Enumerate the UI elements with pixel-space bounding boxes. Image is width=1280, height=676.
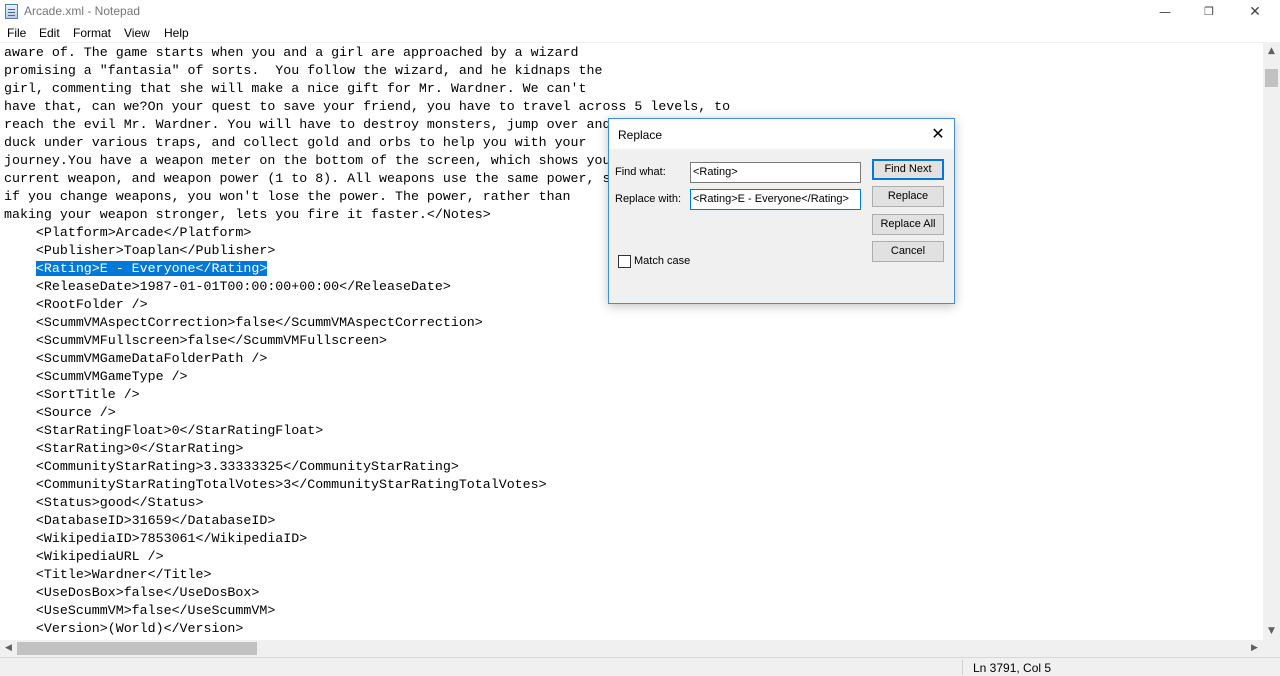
maximize-icon[interactable]: ❐ [1186, 0, 1232, 24]
dialog-title: Replace [618, 128, 663, 142]
menu-help[interactable]: Help [164, 26, 189, 40]
match-case-checkbox[interactable] [618, 255, 631, 268]
editor-line[interactable]: promising a "fantasia" of sorts. You fol… [4, 62, 730, 80]
scroll-right-icon[interactable]: ▶ [1246, 640, 1263, 657]
menu-edit[interactable]: Edit [39, 26, 60, 40]
close-icon[interactable]: ✕ [1232, 0, 1278, 24]
status-divider [962, 660, 963, 675]
title-bar: Arcade.xml - Notepad — ❐ ✕ [0, 0, 1280, 24]
find-what-label: Find what: [615, 166, 666, 178]
find-next-button[interactable]: Find Next [872, 159, 944, 180]
replace-with-label: Replace with: [615, 193, 682, 205]
editor-line[interactable]: <CommunityStarRating>3.33333325</Communi… [4, 458, 730, 476]
minimize-icon[interactable]: — [1142, 0, 1188, 24]
scrollbar-corner [1263, 640, 1280, 657]
replace-button[interactable]: Replace [872, 186, 944, 207]
dialog-close-icon[interactable]: ✕ [925, 123, 951, 145]
find-what-input[interactable]: <Rating> [690, 162, 861, 183]
editor-line[interactable]: <Status>good</Status> [4, 494, 730, 512]
vertical-scrollbar[interactable]: ▲ ▼ [1263, 43, 1280, 640]
editor-line[interactable]: aware of. The game starts when you and a… [4, 44, 730, 62]
editor-line[interactable]: <Version>(World)</Version> [4, 620, 730, 638]
replace-all-button[interactable]: Replace All [872, 214, 944, 235]
scroll-left-icon[interactable]: ◀ [0, 640, 17, 657]
horizontal-scroll-thumb[interactable] [17, 642, 257, 655]
replace-dialog: Replace ✕ Find what: <Rating> Replace wi… [608, 118, 955, 304]
replace-with-input[interactable]: <Rating>E - Everyone</Rating> [690, 189, 861, 210]
cursor-position: Ln 3791, Col 5 [973, 661, 1052, 675]
menu-file[interactable]: File [7, 26, 26, 40]
editor-line[interactable]: <ScummVMGameType /> [4, 368, 730, 386]
editor-line[interactable]: <SortTitle /> [4, 386, 730, 404]
editor-line[interactable]: <ScummVMAspectCorrection>false</ScummVMA… [4, 314, 730, 332]
vertical-scroll-thumb[interactable] [1265, 69, 1278, 87]
editor-line[interactable]: <WikipediaURL /> [4, 548, 730, 566]
scroll-down-icon[interactable]: ▼ [1263, 623, 1280, 640]
editor-line[interactable]: <StarRating>0</StarRating> [4, 440, 730, 458]
status-bar: Ln 3791, Col 5 [0, 657, 1280, 676]
editor-line[interactable]: <UseScummVM>false</UseScummVM> [4, 602, 730, 620]
menu-bar: File Edit Format View Help [0, 24, 1280, 43]
dialog-title-bar[interactable]: Replace ✕ [609, 119, 954, 149]
editor-line[interactable]: <Title>Wardner</Title> [4, 566, 730, 584]
editor-line[interactable]: <ScummVMFullscreen>false</ScummVMFullscr… [4, 332, 730, 350]
editor-line[interactable]: <StarRatingFloat>0</StarRatingFloat> [4, 422, 730, 440]
match-case-label[interactable]: Match case [634, 255, 690, 267]
selected-text[interactable]: <Rating>E - Everyone</Rating> [35, 261, 268, 276]
scroll-up-icon[interactable]: ▲ [1263, 43, 1280, 60]
editor-line[interactable]: have that, can we?On your quest to save … [4, 98, 730, 116]
menu-view[interactable]: View [124, 26, 150, 40]
horizontal-scrollbar[interactable]: ◀ ▶ [0, 640, 1263, 657]
editor-line[interactable]: <DatabaseID>31659</DatabaseID> [4, 512, 730, 530]
editor-line[interactable]: <UseDosBox>false</UseDosBox> [4, 584, 730, 602]
cancel-button[interactable]: Cancel [872, 241, 944, 262]
editor-line[interactable]: <CommunityStarRatingTotalVotes>3</Commun… [4, 476, 730, 494]
editor-line[interactable]: <WikipediaID>7853061</WikipediaID> [4, 530, 730, 548]
menu-format[interactable]: Format [73, 26, 111, 40]
editor-line[interactable]: <Source /> [4, 404, 730, 422]
editor-line[interactable]: girl, commenting that she will make a ni… [4, 80, 730, 98]
window-title: Arcade.xml - Notepad [24, 4, 141, 18]
editor-line[interactable]: <ScummVMGameDataFolderPath /> [4, 350, 730, 368]
notepad-icon [5, 4, 18, 19]
